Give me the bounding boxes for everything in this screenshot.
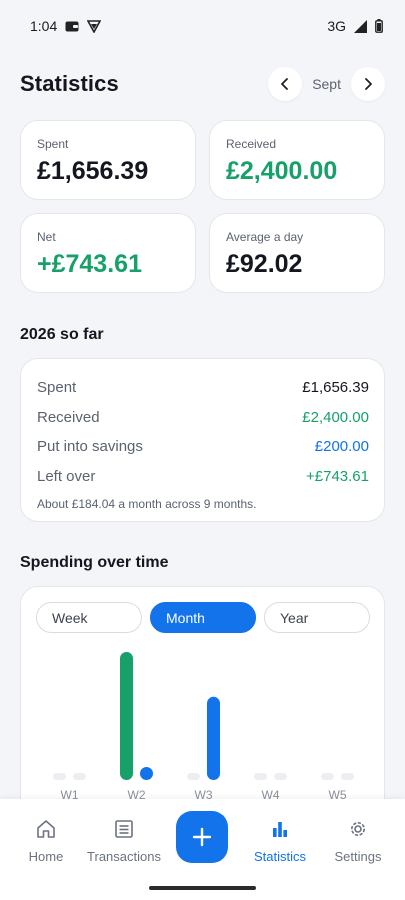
nav-label: Statistics <box>253 849 306 864</box>
summary-row-left-over: Left over +£743.61 <box>37 462 369 492</box>
summary-label: Received <box>37 408 100 426</box>
add-transaction-button[interactable] <box>176 811 228 863</box>
spent-card: Spent £1,656.39 <box>20 120 196 200</box>
summary-value: £2,400.00 <box>302 408 369 426</box>
vpn-shield-icon <box>87 20 102 33</box>
average-per-day-card: Average a day £92.02 <box>209 213 385 293</box>
summary-value: £200.00 <box>314 438 369 456</box>
summary-label: Spent <box>37 379 77 397</box>
stat-value: £1,656.39 <box>37 157 149 185</box>
summary-row-received: Received £2,400.00 <box>37 403 369 433</box>
current-month-label: Sept <box>312 76 341 92</box>
summary-value: +£743.61 <box>306 467 369 485</box>
previous-month-button[interactable] <box>268 67 303 101</box>
home-icon <box>37 820 55 838</box>
clock: 1:04 <box>30 18 58 34</box>
nav-statistics[interactable]: Statistics <box>240 817 320 864</box>
stat-value: £92.02 <box>226 250 303 278</box>
bottom-navigation: Home Transactions Statistics Settings <box>0 799 405 900</box>
summary-row-spent: Spent £1,656.39 <box>37 373 369 403</box>
page-header: Statistics Sept <box>20 64 385 104</box>
plus-icon <box>192 827 212 847</box>
network-label: 3G <box>327 18 346 34</box>
summary-note: About £184.04 a month across 9 months. <box>37 497 257 511</box>
summary-row-savings: Put into savings £200.00 <box>37 432 369 462</box>
next-month-button[interactable] <box>351 67 385 101</box>
bar-chart-icon <box>273 822 287 837</box>
chart-bar <box>341 773 354 780</box>
battery-icon <box>375 19 383 33</box>
stat-value: £2,400.00 <box>226 157 338 185</box>
receipt-icon <box>115 820 133 838</box>
gear-icon <box>351 822 365 836</box>
spending-chart-title: Spending over time <box>20 554 169 571</box>
chart-bar <box>321 773 334 780</box>
signal-icon <box>354 19 367 33</box>
chart-bar <box>274 773 287 780</box>
nav-label: Transactions <box>87 849 161 864</box>
stat-label: Received <box>226 137 277 151</box>
year-summary-title: 2026 so far <box>20 326 104 343</box>
nav-settings[interactable]: Settings <box>318 817 398 864</box>
summary-value: £1,656.39 <box>302 379 369 397</box>
nav-transactions[interactable]: Transactions <box>84 817 164 864</box>
home-indicator <box>149 886 256 890</box>
stats-grid: Spent £1,656.39 Received £2,400.00 Net +… <box>20 120 385 293</box>
summary-label: Left over <box>37 467 96 485</box>
year-summary-card: Spent £1,656.39 Received £2,400.00 Put i… <box>20 358 385 522</box>
chevron-right-icon <box>365 78 372 90</box>
summary-label: Put into savings <box>37 438 143 456</box>
wallet-icon <box>65 21 79 31</box>
stat-label: Net <box>37 230 56 244</box>
page-title: Statistics <box>20 71 119 96</box>
received-card: Received £2,400.00 <box>209 120 385 200</box>
chart-bar <box>207 696 220 780</box>
chart-bar <box>140 767 153 780</box>
chart-bar <box>73 773 86 780</box>
stat-label: Spent <box>37 137 69 151</box>
chart-bar <box>254 773 267 780</box>
status-bar: 1:04 3G <box>0 0 405 52</box>
nav-label: Settings <box>334 849 382 864</box>
chevron-left-icon <box>281 78 289 90</box>
chart-bar <box>120 652 133 780</box>
nav-label: Home <box>28 849 64 864</box>
nav-home[interactable]: Home <box>6 817 86 864</box>
chart-bar <box>187 773 200 780</box>
month-navigator: Sept <box>268 67 385 101</box>
stat-value: +£743.61 <box>37 250 142 278</box>
stat-label: Average a day <box>226 230 304 244</box>
chart-bar <box>53 773 66 780</box>
net-card: Net +£743.61 <box>20 213 196 293</box>
